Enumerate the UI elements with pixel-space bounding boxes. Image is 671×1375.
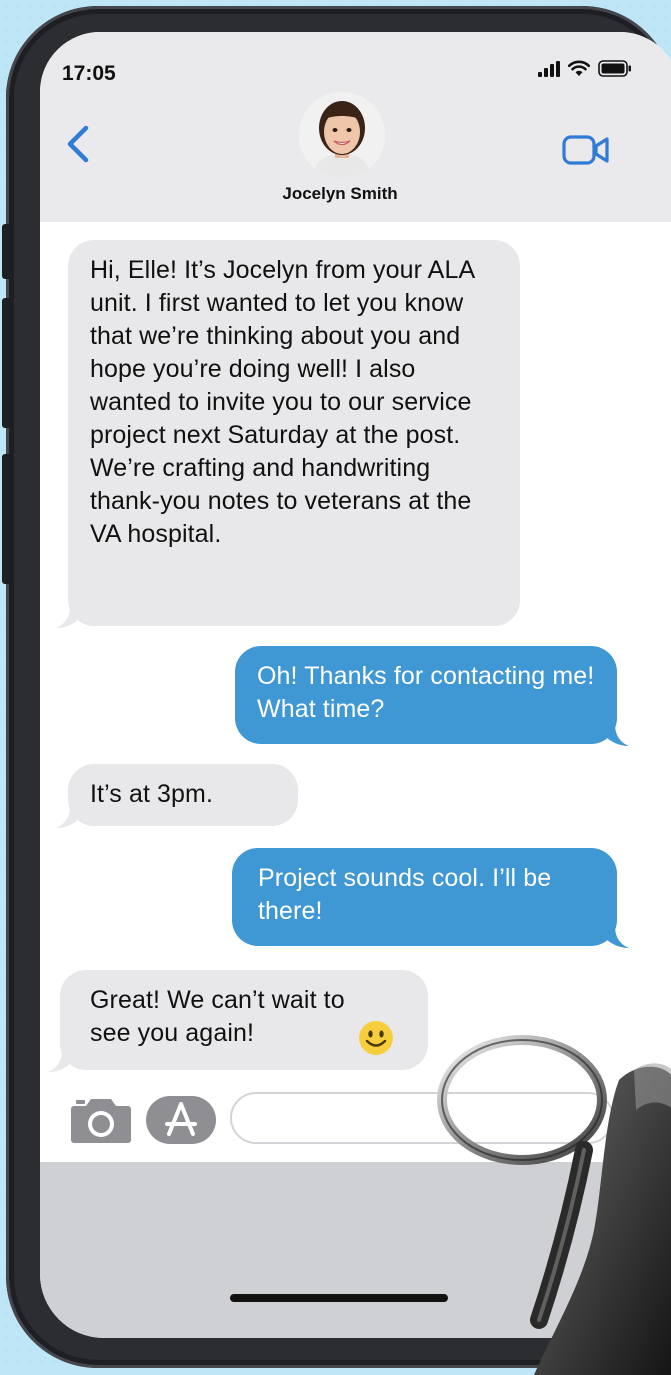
bubble-tail — [605, 724, 629, 746]
status-time: 17:05 — [62, 62, 116, 85]
battery-icon — [598, 60, 631, 77]
message-text: Hi, Elle! It’s Jocelyn from your ALA uni… — [90, 256, 474, 548]
smiley-emoji-icon — [359, 1021, 393, 1055]
message-text: Great! We can’t wait to see you again! — [90, 986, 345, 1047]
bubble-tail — [56, 606, 80, 628]
signal-icon — [538, 60, 560, 77]
camera-icon[interactable] — [70, 1094, 132, 1144]
message-bubble-outgoing[interactable]: Project sounds cool. I’ll be there! — [232, 848, 629, 948]
volume-down-button — [2, 454, 11, 584]
wifi-icon — [568, 60, 590, 76]
message-bubble-outgoing[interactable]: Oh! Thanks for contacting me! What time? — [235, 646, 629, 746]
message-bubble-incoming[interactable]: Hi, Elle! It’s Jocelyn from your ALA uni… — [56, 240, 520, 628]
car-keys-image — [437, 1035, 671, 1375]
volume-up-button — [2, 298, 11, 428]
contact-name[interactable]: Jocelyn Smith — [40, 184, 640, 204]
status-icons — [538, 60, 632, 77]
message-text: It’s at 3pm. — [90, 780, 214, 808]
conversation-header: 17:05 Jocelyn Smith — [40, 32, 671, 222]
avatar-portrait-image — [299, 92, 385, 178]
back-icon[interactable] — [64, 124, 92, 164]
message-bubble-incoming[interactable]: Great! We can’t wait to see you again! — [48, 970, 428, 1072]
contact-avatar[interactable] — [299, 92, 385, 178]
mute-switch — [2, 224, 11, 279]
bubble-tail — [56, 806, 80, 828]
appstore-icon[interactable] — [146, 1096, 216, 1144]
message-bubble-incoming[interactable]: It’s at 3pm. — [56, 764, 298, 828]
bubble-tail — [605, 926, 629, 948]
home-indicator[interactable] — [230, 1294, 448, 1302]
bubble-tail — [48, 1050, 72, 1072]
message-text: Oh! Thanks for contacting me! What time? — [257, 662, 595, 723]
message-text: Project sounds cool. I’ll be there! — [258, 864, 552, 925]
video-call-icon[interactable] — [562, 134, 610, 166]
